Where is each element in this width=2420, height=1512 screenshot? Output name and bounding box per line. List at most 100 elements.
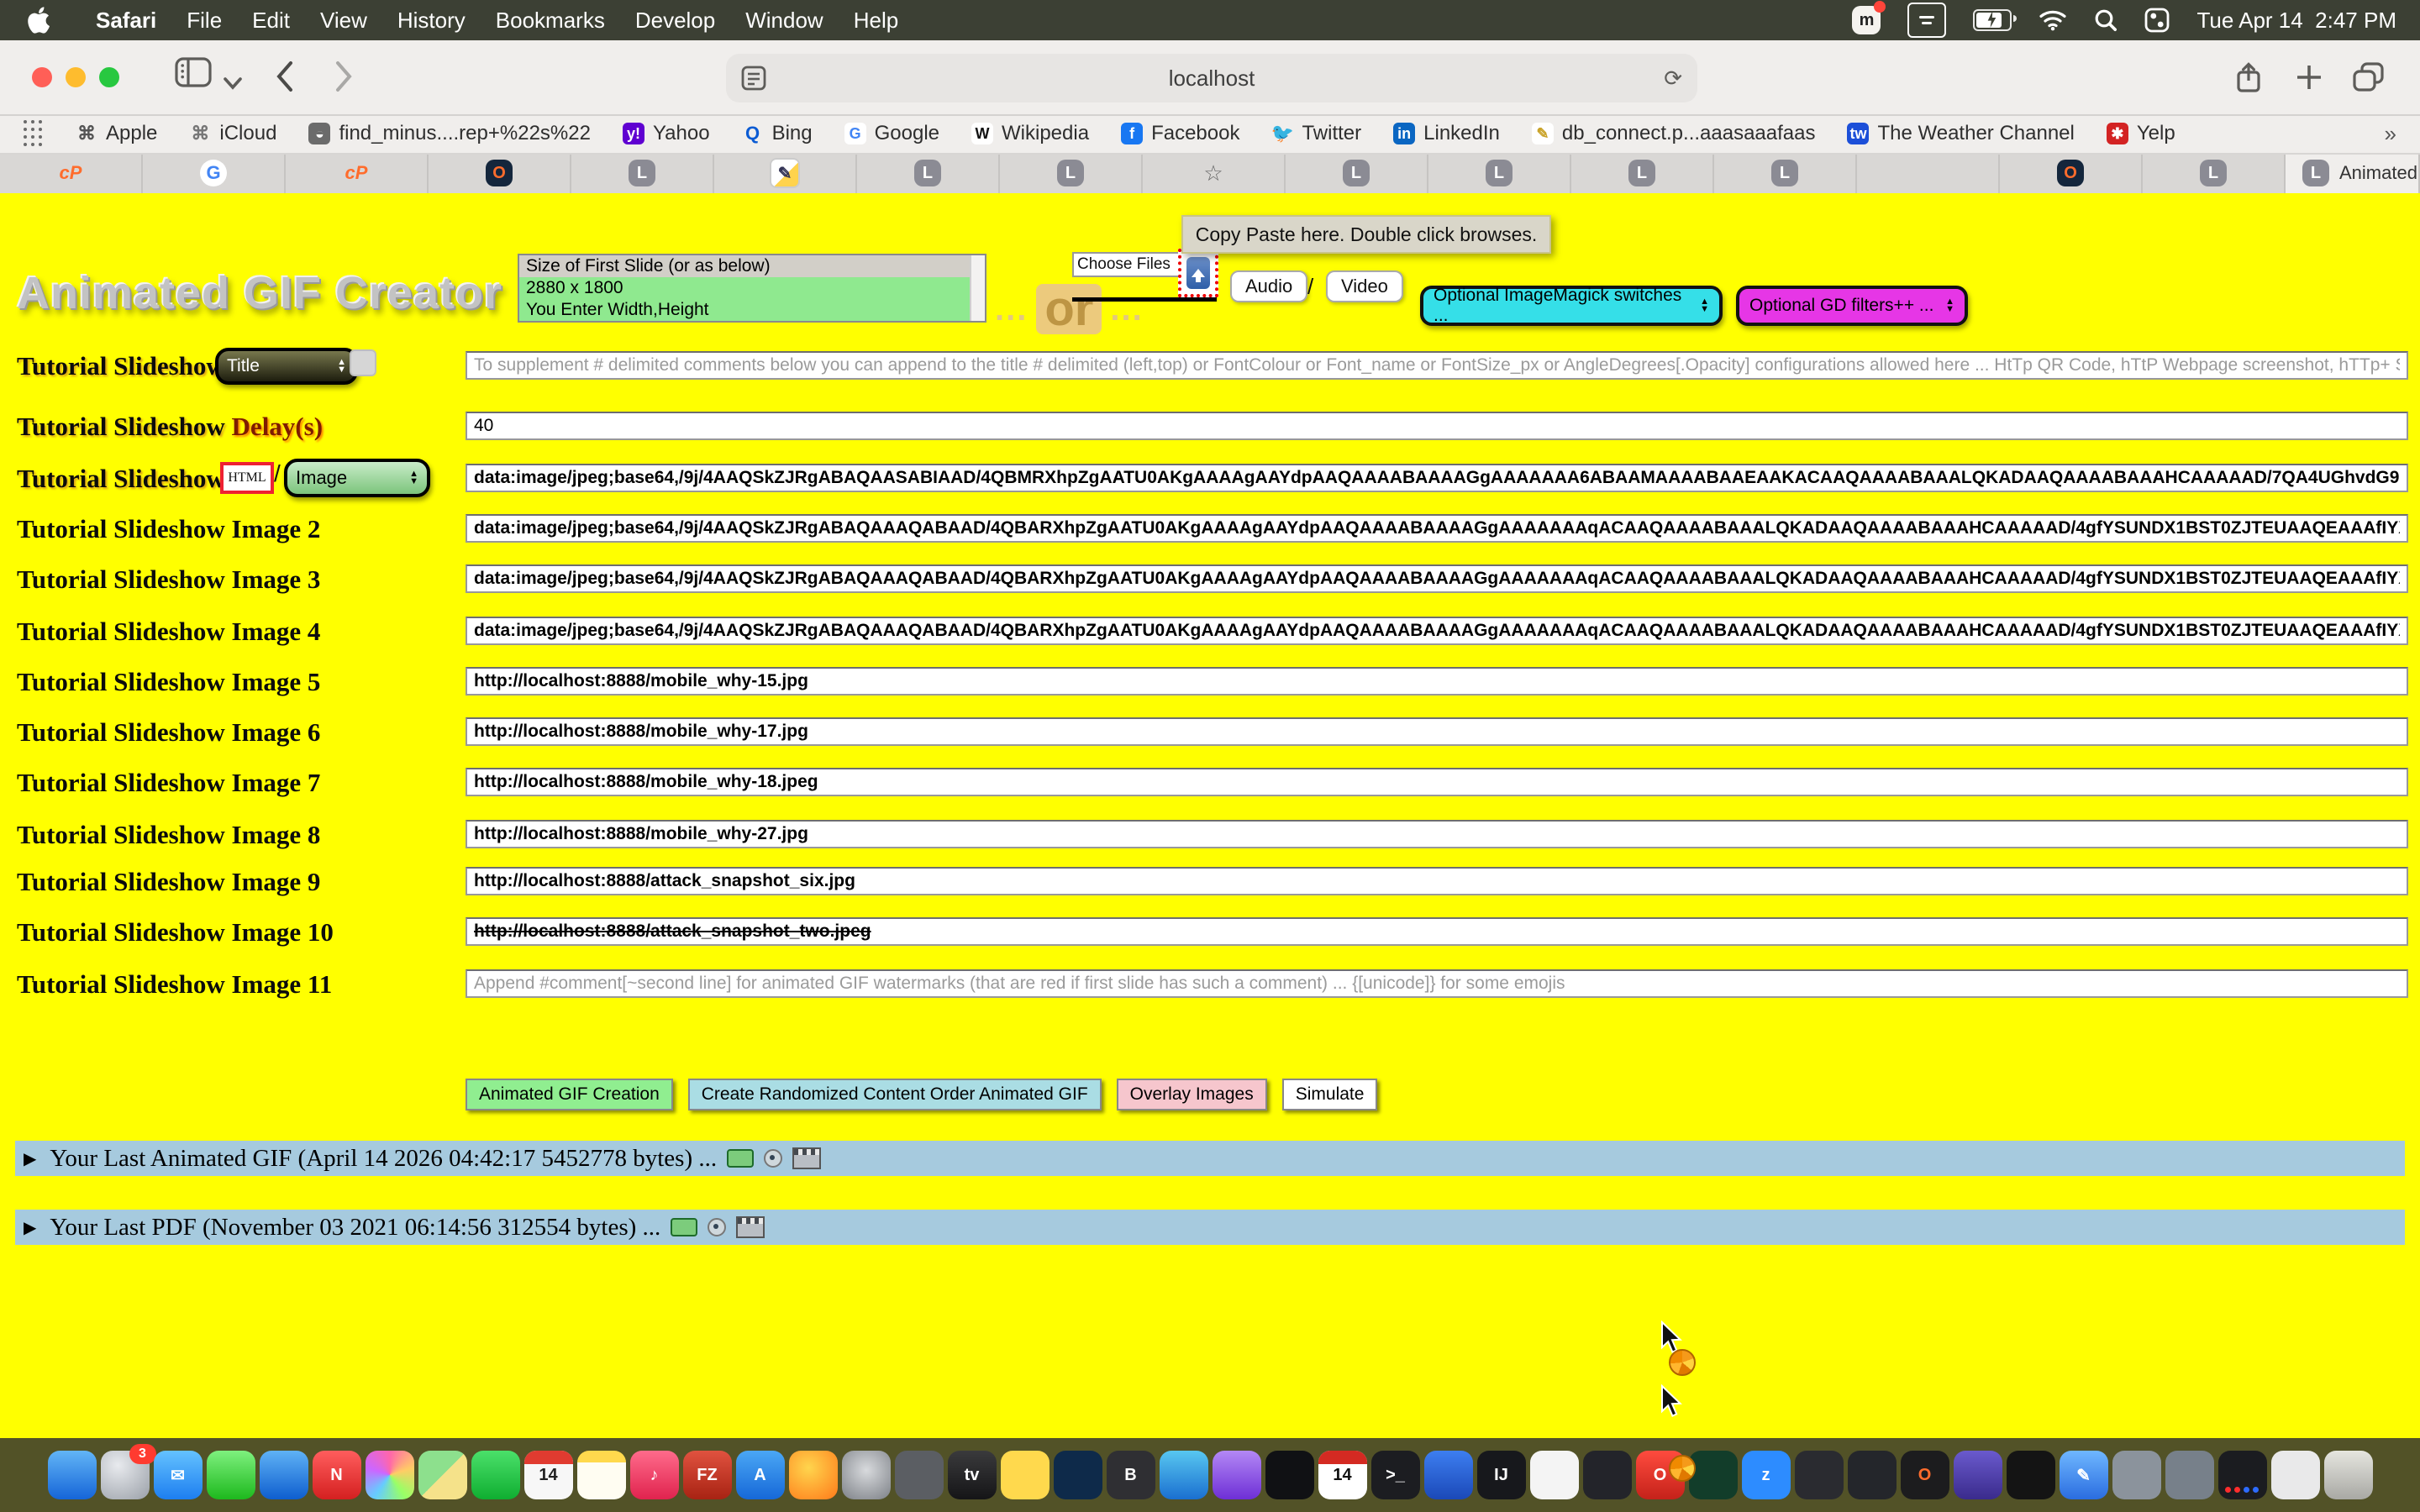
- menu-safari[interactable]: Safari: [81, 8, 171, 33]
- dock-messages-icon[interactable]: [207, 1451, 255, 1499]
- battery-charging-icon[interactable]: [1973, 9, 2012, 31]
- window-controls[interactable]: [32, 67, 119, 87]
- clapperboard-icon[interactable]: [736, 1216, 765, 1238]
- dock-terminal-icon[interactable]: >_: [1371, 1451, 1420, 1499]
- zoom-window-button[interactable]: [99, 67, 119, 87]
- menu-view[interactable]: View: [305, 8, 382, 33]
- html-mode-button[interactable]: HTML: [220, 462, 274, 494]
- input-source-icon[interactable]: [1907, 3, 1946, 38]
- bookmark-site[interactable]: ◒find_minus....rep+%22s%22: [308, 122, 591, 145]
- slideshow-input-3[interactable]: [466, 464, 2408, 492]
- size-listbox[interactable]: Size of First Slide (or as below) 2880 x…: [518, 254, 986, 323]
- dock-calendar-icon[interactable]: 14: [524, 1451, 573, 1499]
- control-center-icon[interactable]: [2144, 8, 2170, 33]
- apple-menu-icon[interactable]: [27, 7, 50, 34]
- slideshow-input-13[interactable]: [466, 969, 2408, 998]
- app-menu-icon[interactable]: m: [1852, 6, 1881, 34]
- dock-textedit-icon[interactable]: [1530, 1451, 1579, 1499]
- dock-document-icon[interactable]: [2271, 1451, 2320, 1499]
- bookmark-facebook[interactable]: fFacebook: [1121, 122, 1239, 145]
- forward-button[interactable]: [334, 60, 353, 99]
- bookmark-linkedin[interactable]: inLinkedIn: [1393, 122, 1500, 145]
- bookmark-yahoo[interactable]: y!Yahoo: [623, 122, 710, 145]
- dock-bear-icon[interactable]: B: [1107, 1451, 1155, 1499]
- address-bar[interactable]: localhost ⟳: [726, 54, 1697, 102]
- file-upload-icon[interactable]: [1178, 249, 1218, 297]
- slideshow-input-12[interactable]: [466, 917, 2408, 946]
- bookmark-weather[interactable]: twThe Weather Channel: [1847, 122, 2074, 145]
- dock-gear-dark-icon[interactable]: [1795, 1451, 1844, 1499]
- dock-news-icon[interactable]: N: [313, 1451, 361, 1499]
- back-button[interactable]: [276, 60, 294, 99]
- pinned-tab-localhost[interactable]: L: [1714, 153, 1857, 193]
- spotlight-icon[interactable]: [2094, 8, 2118, 32]
- dock-apple-tv-icon[interactable]: tv: [948, 1451, 997, 1499]
- bookmarks-overflow-chevron[interactable]: »: [2385, 121, 2396, 147]
- dock-oreilly-icon[interactable]: O: [1901, 1451, 1949, 1499]
- slideshow-input-4[interactable]: [466, 514, 2408, 543]
- slideshow-input-6[interactable]: [466, 617, 2408, 645]
- title-type-select[interactable]: Title▲▼: [215, 348, 358, 385]
- dock-trash-icon[interactable]: [2324, 1451, 2373, 1499]
- pinned-tab-localhost[interactable]: L: [571, 153, 714, 193]
- overlay-images-button[interactable]: Overlay Images: [1117, 1079, 1267, 1110]
- dock-compass-app-icon[interactable]: [1160, 1451, 1208, 1499]
- menu-history[interactable]: History: [382, 8, 481, 33]
- dock-server-leds-icon[interactable]: [2218, 1451, 2267, 1499]
- pinned-tab-cpanel[interactable]: cP: [286, 153, 429, 193]
- bookmark-apple[interactable]: ⌘Apple: [76, 122, 157, 145]
- pinned-tab-star[interactable]: ☆: [1143, 153, 1286, 193]
- dock-maps-icon[interactable]: [418, 1451, 467, 1499]
- share-icon[interactable]: [2235, 62, 2262, 101]
- listbox-scrollbar[interactable]: [970, 255, 985, 321]
- slideshow-input-8[interactable]: [466, 717, 2408, 746]
- lens-icon[interactable]: [708, 1218, 726, 1236]
- menu-file[interactable]: File: [171, 8, 237, 33]
- dock-pen-blue-icon[interactable]: ✎: [2060, 1451, 2108, 1499]
- dock-pirate-dark-icon[interactable]: [2007, 1451, 2055, 1499]
- pinned-tab-oreilly[interactable]: O: [429, 153, 571, 193]
- slideshow-input-10[interactable]: [466, 820, 2408, 848]
- dock-music-icon[interactable]: ♪: [630, 1451, 679, 1499]
- dock-rocket-dark-icon[interactable]: [1583, 1451, 1632, 1499]
- pinned-tab-localhost[interactable]: L: [1571, 153, 1714, 193]
- dock-facetime-icon[interactable]: [471, 1451, 520, 1499]
- bookmark-wikipedia[interactable]: WWikipedia: [971, 122, 1089, 145]
- image-type-select[interactable]: Image▲▼: [284, 459, 430, 497]
- pinned-tab-localhost[interactable]: L: [2143, 153, 2286, 193]
- pinned-tab-paint[interactable]: ✎: [714, 153, 857, 193]
- slideshow-input-7[interactable]: [466, 667, 2408, 696]
- close-window-button[interactable]: [32, 67, 52, 87]
- slideshow-input-9[interactable]: [466, 768, 2408, 796]
- lens-icon[interactable]: [764, 1149, 782, 1168]
- sidebar-chevron-icon[interactable]: [224, 66, 242, 97]
- dock-safari-icon[interactable]: [260, 1451, 308, 1499]
- dock-firefox-icon[interactable]: [789, 1451, 838, 1499]
- animated-gif-creation-button[interactable]: Animated GIF Creation: [466, 1079, 673, 1110]
- gd-filters-select[interactable]: Optional GD filters++ ... ▲▼: [1736, 286, 1968, 326]
- disclosure-triangle-icon[interactable]: ▶: [24, 1217, 36, 1238]
- size-option-header[interactable]: Size of First Slide (or as below): [519, 255, 985, 277]
- dock-media-player-icon[interactable]: [1424, 1451, 1473, 1499]
- last-gif-accordion[interactable]: ▶ Your Last Animated GIF (April 14 2026 …: [15, 1141, 2405, 1176]
- pinned-tab-localhost[interactable]: L: [1000, 153, 1143, 193]
- pinned-tab-oreilly[interactable]: O: [2000, 153, 2143, 193]
- video-button[interactable]: Video: [1326, 270, 1403, 302]
- bookmark-bing[interactable]: QBing: [742, 122, 813, 145]
- dock-notes-icon[interactable]: [577, 1451, 626, 1499]
- dock-photos-icon[interactable]: [366, 1451, 414, 1499]
- dock-green-dark-icon[interactable]: [1689, 1451, 1738, 1499]
- pinned-tab-localhost[interactable]: L: [1428, 153, 1571, 193]
- imagemagick-select[interactable]: Optional ImageMagick switches ... ▲▼: [1420, 286, 1723, 326]
- audio-button[interactable]: Audio: [1230, 270, 1307, 302]
- dock-system-settings-icon[interactable]: [842, 1451, 891, 1499]
- dock-zoom-icon[interactable]: z: [1742, 1451, 1791, 1499]
- dock-folder1-icon[interactable]: [2112, 1451, 2161, 1499]
- dock-mail-icon[interactable]: ✉: [154, 1451, 203, 1499]
- dock-finder-icon[interactable]: [48, 1451, 97, 1499]
- pinned-tab-cpanel[interactable]: cP: [0, 153, 143, 193]
- gif-chip-icon[interactable]: [671, 1218, 697, 1236]
- dock-obs-icon[interactable]: [1848, 1451, 1897, 1499]
- last-pdf-accordion[interactable]: ▶ Your Last PDF (November 03 2021 06:14:…: [15, 1210, 2405, 1245]
- create-randomized-content-order-animated-gif-button[interactable]: Create Randomized Content Order Animated…: [688, 1079, 1102, 1110]
